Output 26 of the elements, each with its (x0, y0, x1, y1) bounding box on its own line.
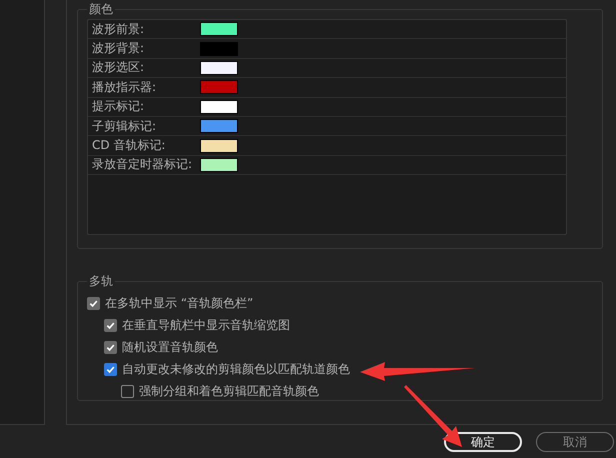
color-swatch[interactable] (200, 22, 238, 36)
color-swatch[interactable] (200, 60, 238, 75)
group-title: 多轨 (88, 273, 114, 290)
annotation-arrow (404, 385, 462, 447)
checkbox-label: 在垂直导航栏中显示音轨缩览图 (122, 316, 290, 334)
color-label: 播放指示器: (92, 78, 158, 96)
color-label: 波形背景: (92, 40, 146, 58)
color-swatch[interactable] (200, 119, 238, 134)
color-swatch[interactable] (200, 80, 238, 94)
color-swatch[interactable] (200, 158, 238, 172)
color-label: 提示标记: (92, 98, 146, 116)
checkbox-label: 自动更改未修改的剪辑颜色以匹配轨道颜色 (122, 360, 350, 378)
color-swatch[interactable] (200, 100, 238, 114)
cancel-button[interactable]: 取消 (536, 432, 614, 452)
checkbox-label: 随机设置音轨颜色 (122, 338, 218, 356)
color-label: 子剪辑标记: (92, 118, 158, 135)
checkbox-label: 在多轨中显示 “音轨颜色栏” (105, 294, 254, 312)
checkbox-label: 强制分组和着色剪辑匹配音轨颜色 (139, 382, 319, 400)
color-swatch[interactable] (200, 138, 238, 153)
color-label: 录放音定时器标记: (92, 156, 194, 174)
color-label: 波形选区: (92, 59, 146, 76)
ok-button[interactable]: 确定 (444, 432, 522, 452)
color-swatch[interactable] (200, 42, 238, 56)
color-label: CD 音轨标记: (92, 137, 166, 154)
color-label: 波形前景: (92, 20, 146, 38)
group-title: 颜色 (88, 1, 114, 18)
